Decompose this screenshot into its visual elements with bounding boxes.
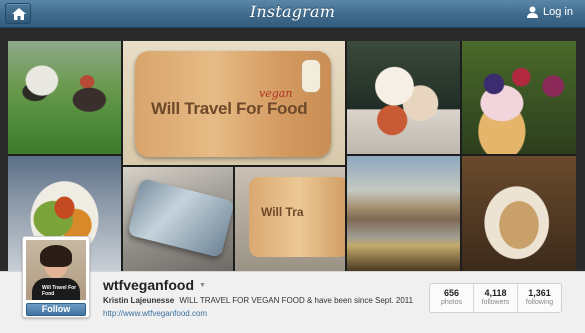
camera-cutout bbox=[301, 59, 321, 93]
profile-bio: Kristin Lajeunesse WILL TRAVEL FOR VEGAN… bbox=[103, 296, 423, 305]
profile-stats: 656 photos 4,118 followers 1,361 followi… bbox=[429, 283, 562, 313]
case-engraving: Will Travel For Food bbox=[151, 99, 308, 118]
user-icon bbox=[527, 6, 539, 18]
photo-phone-case[interactable]: vegan Will Travel For Food bbox=[123, 41, 345, 165]
stat-value: 4,118 bbox=[484, 288, 507, 298]
stat-photos[interactable]: 656 photos bbox=[430, 284, 473, 312]
phone-case-image: vegan Will Travel For Food bbox=[135, 51, 331, 157]
username-text: wtfveganfood bbox=[103, 277, 194, 293]
top-nav-bar: Instagram Log in bbox=[0, 0, 585, 28]
stat-label: following bbox=[525, 299, 554, 306]
bio-full-name: Kristin Lajeunesse bbox=[103, 296, 175, 305]
photo-street[interactable] bbox=[347, 156, 460, 271]
avatar[interactable]: Will Travel For Food bbox=[26, 240, 86, 300]
avatar-card: Will Travel For Food Follow bbox=[22, 236, 90, 318]
stat-following[interactable]: 1,361 following bbox=[517, 284, 561, 312]
photo-dessert[interactable] bbox=[347, 41, 460, 154]
phone-image bbox=[127, 178, 233, 258]
avatar-shirt-text: Will Travel For Food bbox=[42, 285, 77, 297]
login-link[interactable]: Log in bbox=[527, 6, 573, 18]
instagram-logo[interactable]: Instagram bbox=[0, 2, 585, 21]
stat-value: 1,361 bbox=[528, 288, 551, 298]
avatar-hair bbox=[40, 245, 72, 267]
stat-label: followers bbox=[481, 299, 510, 306]
login-label[interactable]: Log in bbox=[543, 6, 573, 18]
wood-case-text: Will Tra bbox=[261, 205, 304, 219]
stat-followers[interactable]: 4,118 followers bbox=[473, 284, 517, 312]
photo-phone-wood[interactable]: Will Tra bbox=[235, 167, 345, 271]
photo-mosaic: vegan Will Travel For Food Will Tra bbox=[8, 41, 576, 271]
stat-label: photos bbox=[440, 299, 463, 306]
photo-cow[interactable] bbox=[8, 41, 121, 154]
photo-noodles[interactable] bbox=[462, 156, 576, 271]
follow-button[interactable]: Follow bbox=[26, 303, 86, 316]
photo-cupcake[interactable] bbox=[462, 41, 576, 154]
photo-phone-clear[interactable] bbox=[123, 167, 233, 271]
caret-down-icon[interactable]: ▼ bbox=[199, 282, 206, 289]
wood-case-image: Will Tra bbox=[249, 177, 345, 257]
stat-value: 656 bbox=[443, 288, 460, 298]
profile-username[interactable]: wtfveganfood ▼ bbox=[103, 277, 206, 293]
website-link[interactable]: http://www.wtfveganfood.com bbox=[103, 309, 207, 318]
bio-text: WILL TRAVEL FOR VEGAN FOOD & have been s… bbox=[179, 296, 414, 305]
